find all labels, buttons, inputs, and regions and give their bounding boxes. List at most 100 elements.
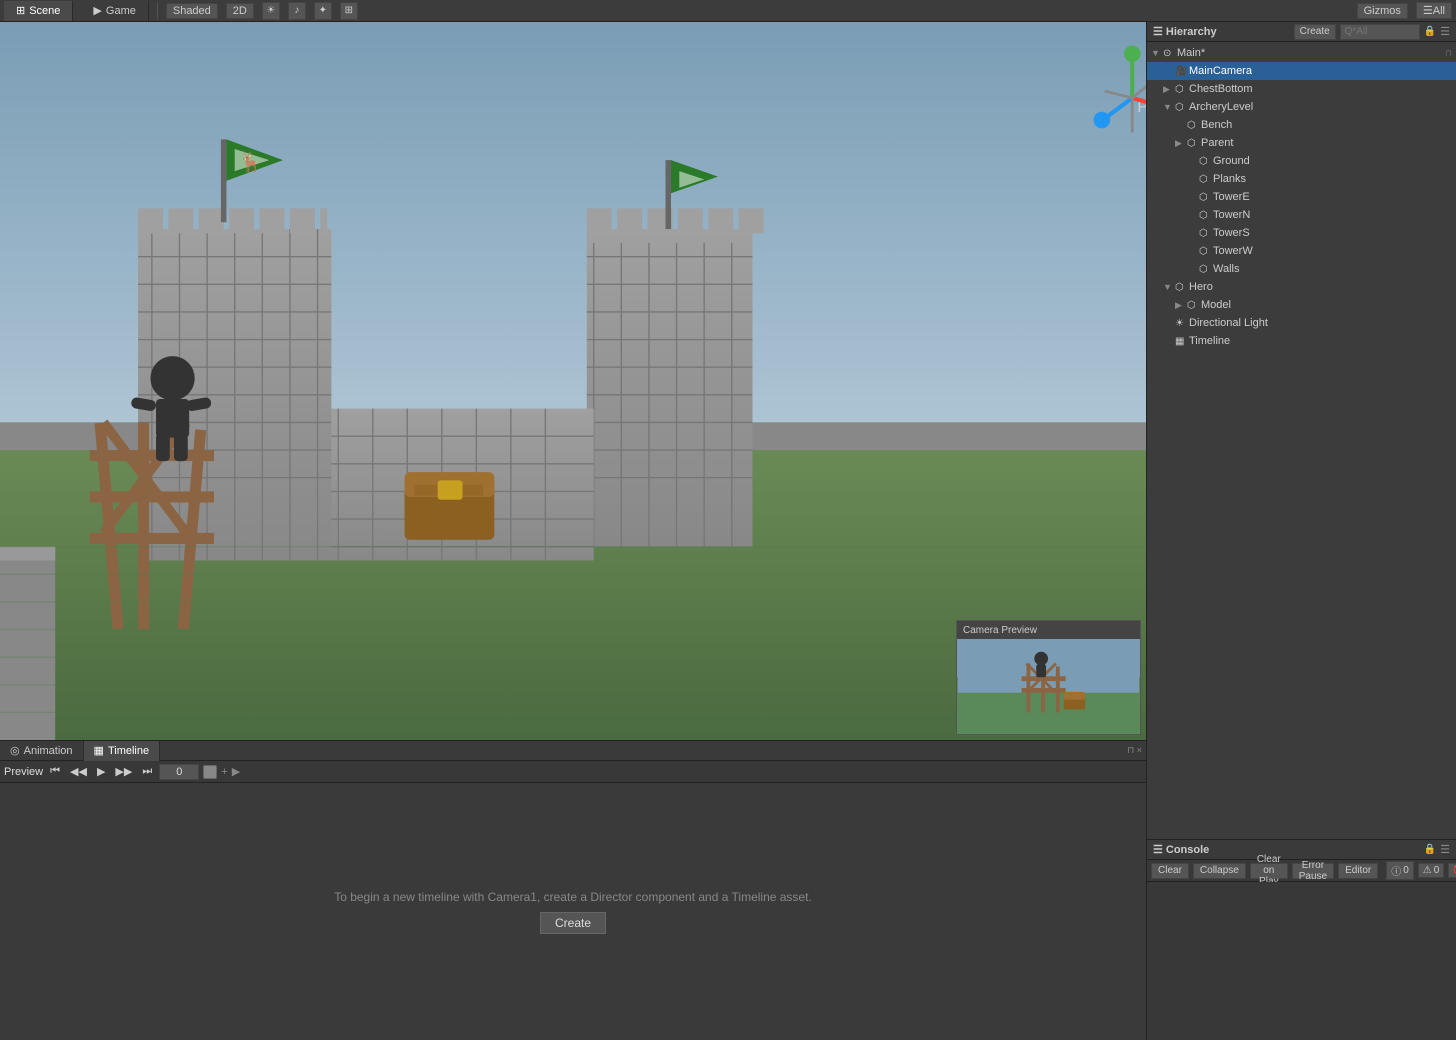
scene-icon-planks: ⬡ [1199,174,1213,185]
svg-text:🦌: 🦌 [239,150,263,173]
console-warning-count[interactable]: ⚠ 0 [1418,863,1445,878]
timeline-message: To begin a new timeline with Camera1, cr… [334,890,812,904]
scene-icon-towern: ⬡ [1199,210,1213,221]
scene-icon-model: ⬡ [1187,300,1201,311]
hierarchy-item-bench[interactable]: ⬡ Bench [1147,116,1456,134]
tl-skip-end[interactable]: ⏭ [139,764,155,779]
scene-tab-label: Scene [29,5,60,17]
tab-animation[interactable]: ◎ Animation [0,741,84,761]
tl-record-button[interactable] [203,765,217,779]
hierarchy-item-maincamera[interactable]: 🎥 MainCamera [1147,62,1456,80]
hierarchy-item-archerylevel[interactable]: ▼ ⬡ ArcheryLevel [1147,98,1456,116]
tl-arrow-right[interactable]: ▶ [232,765,240,778]
all-button[interactable]: ☰All [1416,2,1452,19]
hierarchy-item-planks[interactable]: ⬡ Planks [1147,170,1456,188]
timeline-content: To begin a new timeline with Camera1, cr… [0,783,1146,1040]
tl-time-input[interactable] [159,764,199,780]
2d-button[interactable]: 2D [226,3,254,19]
camera-preview-header: Camera Preview [957,621,1140,639]
scene-icon-directionallight: ☀ [1175,318,1189,329]
arrow-parent: ▶ [1175,138,1187,149]
game-tab-icon: ▶ [93,4,101,17]
tab-timeline[interactable]: ▦ Timeline [84,741,161,761]
hierarchy-search[interactable] [1340,24,1420,40]
console-error-count[interactable]: 🚫 0 [1448,863,1456,878]
game-tab-label: Game [106,5,136,17]
scene-icon-towers: ⬡ [1199,228,1213,239]
hierarchy-item-main[interactable]: ▼ ⊙ Main* ⊓ [1147,44,1456,62]
console-info-count[interactable]: ⓘ 0 [1386,861,1414,880]
label-bench: Bench [1201,119,1456,131]
hierarchy-list[interactable]: ▼ ⊙ Main* ⊓ 🎥 MainCamera ▶ ⬡ ChestBottom [1147,42,1456,839]
toolbar-separator [157,3,158,19]
camera-preview-svg [957,639,1140,734]
animation-icon: ◎ [10,744,20,757]
hierarchy-create-button[interactable]: Create [1294,24,1336,40]
hierarchy-item-towerw[interactable]: ⬡ TowerW [1147,242,1456,260]
console-clear-on-play-button[interactable]: Clear on Play [1250,863,1288,879]
scene-icon-towerw: ⬡ [1199,246,1213,257]
hierarchy-item-walls[interactable]: ⬡ Walls [1147,260,1456,278]
hierarchy-item-ground[interactable]: ⬡ Ground [1147,152,1456,170]
hierarchy-item-towere[interactable]: ⬡ TowerE [1147,188,1456,206]
hierarchy-item-chestbottom[interactable]: ▶ ⬡ ChestBottom [1147,80,1456,98]
scene-icon-timeline: ▦ [1175,336,1189,347]
viewport[interactable]: 🦌 [0,22,1146,740]
hierarchy-item-towers[interactable]: ⬡ TowerS [1147,224,1456,242]
hierarchy-menu-icon[interactable]: ☰ [1440,25,1450,38]
tl-play[interactable]: ▶ [94,764,108,779]
scene-icon-ground: ⬡ [1199,156,1213,167]
timeline-label: Timeline [108,745,149,757]
hierarchy-title: ☰ Hierarchy [1153,25,1217,38]
tab-game[interactable]: ▶ Game [81,1,148,21]
console-clear-button[interactable]: Clear [1151,863,1189,879]
console-collapse-button[interactable]: Collapse [1193,863,1246,879]
label-timeline-item: Timeline [1189,335,1456,347]
hierarchy-title-label: Hierarchy [1166,26,1217,38]
timeline-create-button[interactable]: Create [540,912,606,934]
hierarchy-item-timeline[interactable]: ▦ Timeline [1147,332,1456,350]
arrow-model: ▶ [1175,300,1187,311]
hierarchy-panel: ☰ Hierarchy Create 🔒 ☰ ▼ ⊙ Main* ⊓ [1147,22,1456,840]
console-menu-icon[interactable]: ☰ [1440,843,1450,856]
hierarchy-item-directionallight[interactable]: ☀ Directional Light [1147,314,1456,332]
lighting-icon[interactable]: ☀ [262,2,280,20]
arrow-archerylevel: ▼ [1163,102,1175,112]
audio-icon[interactable]: ♪ [288,2,306,20]
info-icon: ⓘ [1391,863,1401,878]
label-chestbottom: ChestBottom [1189,83,1456,95]
console-toolbar: Clear Collapse Clear on Play Error Pause… [1147,860,1456,882]
scene-icon[interactable]: ⊞ [340,2,358,20]
console-lock-icon[interactable]: 🔒 [1424,844,1436,855]
tl-prev-frame[interactable]: ◀◀ [67,764,90,779]
preview-label: Preview [4,766,43,778]
hierarchy-lock-icon[interactable]: 🔒 [1424,26,1436,37]
label-archerylevel: ArcheryLevel [1189,101,1456,113]
hierarchy-item-parent[interactable]: ▶ ⬡ Parent [1147,134,1456,152]
hierarchy-item-hero[interactable]: ▼ ⬡ Hero [1147,278,1456,296]
hierarchy-item-towern[interactable]: ⬡ TowerN [1147,206,1456,224]
gizmos-button[interactable]: Gizmos [1357,3,1408,19]
warning-count-value: 0 [1434,865,1440,876]
camera-preview-title: Camera Preview [963,625,1037,636]
hierarchy-header: ☰ Hierarchy Create 🔒 ☰ [1147,22,1456,42]
shaded-dropdown[interactable]: Shaded [166,3,218,19]
tab-scene[interactable]: ⊞ Scene [4,1,73,21]
console-title-label: Console [1166,844,1209,856]
console-icon: ☰ [1153,843,1163,856]
fx-icon[interactable]: ✦ [314,2,332,20]
label-ground: Ground [1213,155,1456,167]
scene-icon-archerylevel: ⬡ [1175,102,1189,113]
label-towere: TowerE [1213,191,1456,203]
tl-skip-start[interactable]: ⏮ [47,764,63,779]
label-towern: TowerN [1213,209,1456,221]
console-error-pause-button[interactable]: Error Pause [1292,863,1334,879]
timeline-toolbar: Preview ⏮ ◀◀ ▶ ▶▶ ⏭ + ▶ [0,761,1146,783]
timeline-tabs: ◎ Animation ▦ Timeline ⊓ × [0,741,1146,761]
animation-label: Animation [24,745,73,757]
hierarchy-item-model[interactable]: ▶ ⬡ Model [1147,296,1456,314]
timeline-pin[interactable]: ⊓ × [1127,745,1146,756]
console-editor-button[interactable]: Editor [1338,863,1378,879]
tl-next-frame[interactable]: ▶▶ [112,764,135,779]
camera-preview-scene [957,639,1140,734]
